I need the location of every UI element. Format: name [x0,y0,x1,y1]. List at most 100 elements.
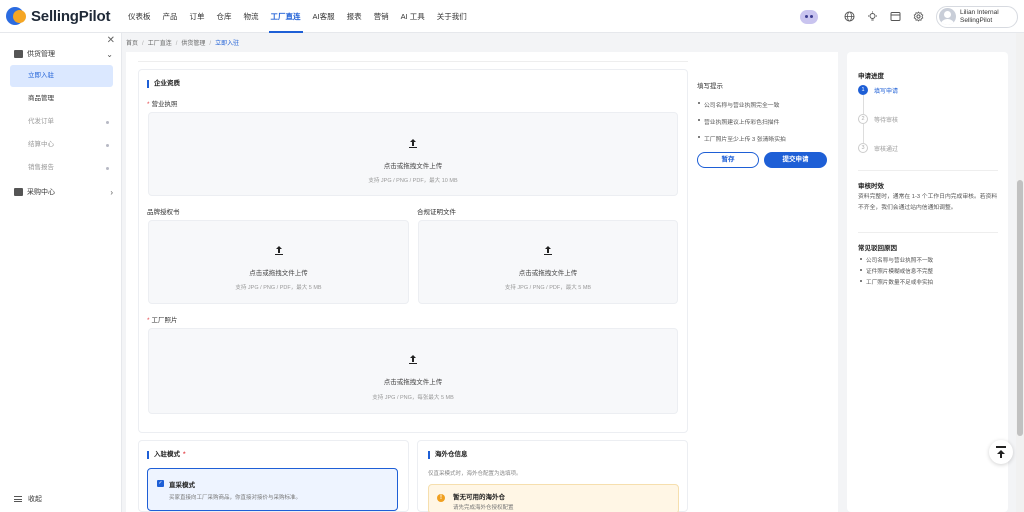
sidebar-item-onboard[interactable]: 立即入驻 [10,65,113,87]
license-label: * 营业执照 [147,101,178,108]
cert-upload-area[interactable]: 点击或拖拽文件上传 支持 JPG / PNG / PDF，最大 5 MB [418,220,678,304]
brand-upload-area[interactable]: 点击或拖拽文件上传 支持 JPG / PNG / PDF，最大 5 MB [148,220,409,304]
top-navigation-bar: SellingPilot 仪表板 产品 订单 仓库 物流 工厂直连 AI客服 报… [0,0,1024,33]
nav-item-factory-direct[interactable]: 工厂直连 [265,0,307,33]
ai-assistant-icon[interactable] [800,9,818,24]
sidebar-group-label: 供货管理 [27,51,55,58]
window-icon[interactable] [890,11,901,22]
reason-item: 证件照片模糊或信息不完整 [860,267,1000,275]
top-right-tools: Lilian Internal SellingPilot [800,0,1018,33]
upload-icon [544,246,552,255]
warehouse-card: 海外仓信息 仅直采模式时，海外仓配置为选填项。 ! 暂无可用的海外仓 请先完成海… [417,440,688,512]
sidebar-group-supply[interactable]: 供货管理 ⌄ [0,43,121,65]
checkbox-checked-icon[interactable]: ✓ [157,480,164,487]
upload-title: 点击或拖拽文件上传 [383,379,443,386]
menu-icon [14,496,22,502]
sidebar-item-label: 销售报告 [28,164,54,171]
step-label: 等待审核 [874,117,899,124]
reasons-list: 公司名称与营业执照不一致 证件照片模糊或信息不完整 工厂照片数量不足或非实拍 [860,256,1000,289]
reason-item: 工厂照片数量不足或非实拍 [860,278,1000,286]
step-number: 1 [858,85,868,95]
step-1: 1 填写申请 [858,85,898,95]
logo-text: SellingPilot [31,7,111,25]
dot-icon [106,121,109,124]
breadcrumb-item-home[interactable]: 首页 [126,41,138,47]
gear-icon[interactable] [913,11,924,22]
nav-item-products[interactable]: 产品 [157,0,184,33]
tip-item: 工厂照片至少上传 3 张清晰实拍 [697,134,837,143]
chevron-down-icon: ⌄ [106,49,113,59]
mode-card: 入驻模式 * ✓ 直采模式 买家直接向工厂采购商品，你直接对接价与采购标准。 [138,440,409,512]
globe-icon[interactable] [844,11,855,22]
sidebar-item-sales-report[interactable]: 销售报告 [10,157,113,179]
tip-item: 营业执照建议上传彩色扫描件 [697,117,837,126]
brand-label: 品牌授权书 [147,209,180,216]
direct-mode-option[interactable]: ✓ 直采模式 买家直接向工厂采购商品，你直接对接价与采购标准。 [147,468,398,511]
step-connector [863,124,864,143]
upload-icon [409,355,417,364]
nav-item-warehouse[interactable]: 仓库 [211,0,238,33]
nav-item-ai-service[interactable]: AI客服 [307,0,341,33]
warning-icon: ! [437,494,445,502]
sidebar-item-dropship-orders[interactable]: 代发订单 [10,111,113,133]
app-logo[interactable]: SellingPilot [6,5,112,27]
sidebar-item-label: 商品管理 [28,95,54,102]
collapse-button[interactable]: 收起 [14,494,42,504]
upload-title: 点击或拖拽文件上传 [249,270,308,277]
warehouse-alert: ! 暂无可用的海外仓 请先完成海外仓授权配置 [428,484,679,512]
sidebar-item-label: 立即入驻 [28,72,54,79]
divider [138,61,688,62]
sidebar-item-products[interactable]: 商品管理 [10,88,113,110]
upload-icon [409,139,417,148]
user-menu[interactable]: Lilian Internal SellingPilot [936,5,1018,28]
review-title: 审核时效 [858,183,884,190]
option-title: 直采模式 [169,482,195,489]
lightbulb-icon[interactable] [867,11,878,22]
save-draft-button[interactable]: 暂存 [697,152,759,168]
nav-item-ai-tools[interactable]: AI 工具 [395,0,431,33]
upload-hint: 支持 JPG / PNG / PDF，最大 10 MB [368,178,458,184]
step-number: 3 [858,143,868,153]
qualification-card: 企业资质 * 营业执照 点击或拖拽文件上传 支持 JPG / PNG / PDF，… [138,69,688,433]
step-connector [863,95,864,114]
nav-item-reports[interactable]: 报表 [341,0,368,33]
sidebar-group-purchase[interactable]: 采购中心 › [0,181,121,203]
back-to-top-button[interactable] [989,440,1013,464]
scrollbar-thumb[interactable] [1017,180,1023,436]
breadcrumb: 首页 / 工厂直连 / 供货管理 / 立即入驻 [126,41,240,47]
sidebar-group-label: 采购中心 [27,189,55,196]
nav-item-logistics[interactable]: 物流 [238,0,265,33]
submit-button[interactable]: 提交申请 [764,152,827,168]
main-nav: 仪表板 产品 订单 仓库 物流 工厂直连 AI客服 报表 营销 AI 工具 关于… [122,0,473,33]
chevron-right-icon: › [110,187,113,197]
breadcrumb-item-factory[interactable]: 工厂直连 [148,41,172,47]
nav-item-marketing[interactable]: 营销 [368,0,395,33]
mode-title: 入驻模式 * [147,451,186,459]
upload-title: 点击或拖拽文件上传 [383,163,443,170]
warehouse-hint: 仅直采模式时，海外仓配置为选填项。 [428,471,522,477]
sidebar-item-settlement[interactable]: 结算中心 [10,134,113,156]
tip-item: 公司名称与营业执照完全一致 [697,100,837,109]
step-label: 填写申请 [874,88,899,95]
shop-icon [14,50,23,58]
progress-title: 申请进度 [858,73,884,80]
section-title: 企业资质 [147,80,180,88]
license-upload-area[interactable]: 点击或拖拽文件上传 支持 JPG / PNG / PDF，最大 10 MB [148,112,678,196]
nav-item-orders[interactable]: 订单 [184,0,211,33]
logo-icon [6,5,28,27]
step-number: 2 [858,114,868,124]
collapse-label: 收起 [28,496,42,503]
upload-hint: 支持 JPG / PNG / PDF，最大 5 MB [235,285,322,291]
alert-desc: 请先完成海外仓授权配置 [453,505,514,511]
dot-icon [106,144,109,147]
nav-item-about[interactable]: 关于我们 [431,0,473,33]
warehouse-title: 海外仓信息 [428,451,468,459]
step-label: 审核通过 [874,146,899,153]
factory-upload-area[interactable]: 点击或拖拽文件上传 支持 JPG / PNG，每张最大 5 MB [148,328,678,414]
upload-icon [274,246,283,255]
breadcrumb-item-supply[interactable]: 供货管理 [181,41,205,47]
nav-item-dashboard[interactable]: 仪表板 [122,0,157,33]
fill-tips: 填写提示 公司名称与营业执照完全一致 营业执照建议上传彩色扫描件 工厂照片至少上… [697,80,837,151]
progress-panel: 申请进度 1 填写申请 2 等待审核 3 审核通过 审核时效 资料完整时，通常在… [847,52,1008,512]
cart-icon [14,188,23,196]
